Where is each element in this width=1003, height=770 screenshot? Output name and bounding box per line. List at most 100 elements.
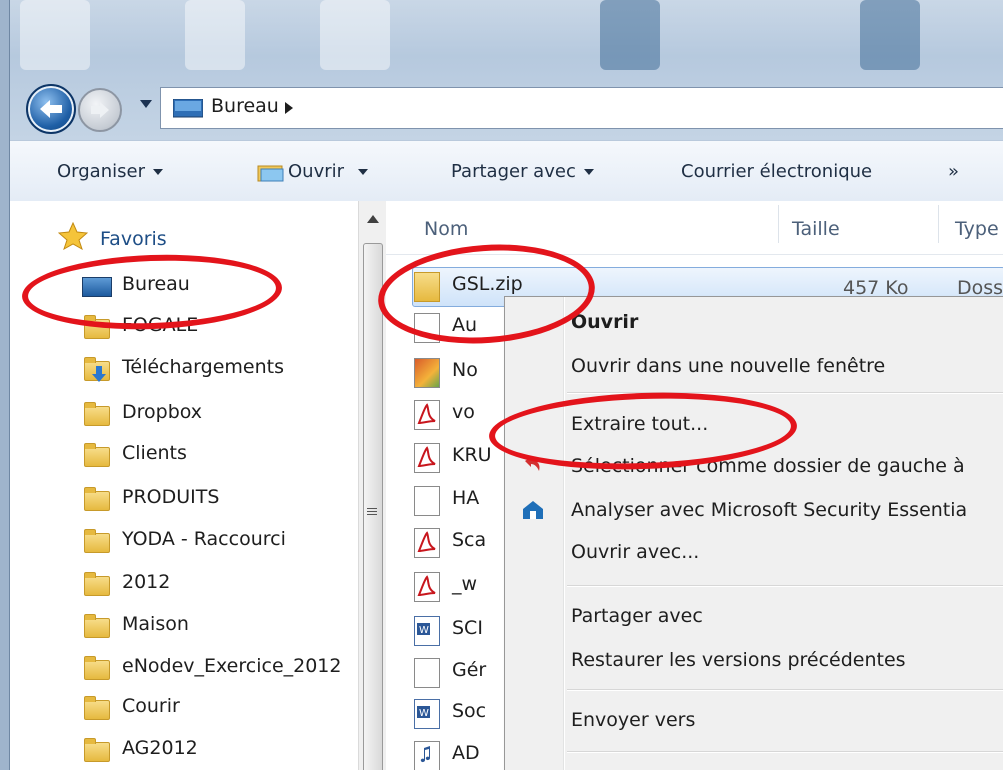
nav-item-ag2012[interactable]: AG2012 bbox=[82, 732, 360, 768]
open-label: Ouvrir bbox=[288, 161, 345, 182]
menu-item-label: Restaurer les versions précédentes bbox=[571, 649, 906, 671]
chevron-down-icon bbox=[583, 169, 594, 175]
menu-item-label: Ouvrir avec... bbox=[571, 541, 700, 563]
arrow-right-icon bbox=[91, 102, 109, 118]
nav-item-label: YODA - Raccourci bbox=[122, 528, 286, 550]
window-border bbox=[0, 0, 10, 770]
menu-separator bbox=[567, 751, 1003, 753]
desktop-icon bbox=[173, 99, 203, 118]
nav-item-label: 2012 bbox=[122, 571, 171, 593]
nav-item-dropbox[interactable]: Dropbox bbox=[82, 396, 360, 432]
favorites-header[interactable]: Favoris bbox=[100, 228, 167, 248]
menu-item-restore-previous-versions[interactable]: Restaurer les versions précédentes bbox=[505, 641, 1003, 681]
nav-item-label: Dropbox bbox=[122, 401, 203, 423]
audio-icon bbox=[414, 741, 440, 770]
file-name: KRU bbox=[452, 444, 492, 466]
menu-item-open-with[interactable]: Ouvrir avec... bbox=[505, 533, 1003, 573]
breadcrumb-chevron-icon[interactable] bbox=[285, 102, 293, 114]
file-name: Gér bbox=[452, 659, 487, 681]
document-icon bbox=[414, 313, 440, 343]
back-button[interactable] bbox=[26, 84, 76, 134]
document-icon bbox=[414, 486, 440, 516]
breadcrumb-bureau[interactable]: Bureau bbox=[211, 95, 279, 117]
column-header-name[interactable]: Nom bbox=[424, 218, 468, 240]
nav-item-label: Maison bbox=[122, 613, 189, 635]
nav-item-label: Téléchargements bbox=[122, 356, 284, 378]
nav-item-courir[interactable]: Courir bbox=[82, 690, 360, 726]
nav-item-maison[interactable]: Maison bbox=[82, 608, 360, 644]
menu-item-send-to[interactable]: Envoyer vers bbox=[505, 701, 1003, 741]
arrow-left-icon bbox=[40, 100, 62, 118]
file-name: GSL.zip bbox=[452, 273, 523, 295]
nav-item-label: PRODUITS bbox=[122, 486, 220, 508]
organise-button[interactable]: Organiser bbox=[57, 161, 163, 182]
folder-icon bbox=[82, 614, 110, 638]
word-icon: W bbox=[414, 699, 440, 729]
menu-item-open-new-window[interactable]: Ouvrir dans une nouvelle fenêtre bbox=[505, 347, 1003, 387]
chevron-down-icon bbox=[152, 169, 163, 175]
security-essentials-icon bbox=[523, 501, 543, 519]
background-blur bbox=[20, 0, 90, 70]
explorer-window: Bureau Organiser Ouvrir Partager avec Co… bbox=[0, 0, 1003, 770]
grip-icon bbox=[367, 508, 377, 515]
svg-text:W: W bbox=[419, 708, 429, 719]
file-name: Soc bbox=[452, 700, 487, 722]
header-divider bbox=[386, 254, 1003, 255]
recent-pages-dropdown[interactable] bbox=[140, 100, 152, 108]
folder-icon bbox=[82, 402, 110, 426]
pdf-icon bbox=[414, 528, 440, 558]
undo-arrow-icon bbox=[525, 457, 540, 471]
folder-icon bbox=[82, 443, 110, 467]
nav-item-label: Clients bbox=[122, 442, 187, 464]
menu-item-select-left-folder[interactable]: Sélectionner comme dossier de gauche à bbox=[505, 447, 1003, 487]
context-menu: Ouvrir Ouvrir dans une nouvelle fenêtre … bbox=[504, 296, 1003, 770]
nav-item-label: AG2012 bbox=[122, 737, 198, 759]
file-name: No bbox=[452, 359, 478, 381]
file-name: Sca bbox=[452, 529, 487, 551]
column-header-size[interactable]: Taille bbox=[792, 218, 840, 240]
nav-item-bureau[interactable]: Bureau bbox=[82, 268, 360, 304]
forward-button[interactable] bbox=[78, 88, 122, 132]
nav-item-yoda-shortcut[interactable]: YODA - Raccourci bbox=[82, 523, 360, 559]
folder-icon bbox=[82, 738, 110, 762]
folder-icon bbox=[82, 529, 110, 553]
background-blur bbox=[185, 0, 245, 70]
pdf-icon bbox=[414, 443, 440, 473]
column-divider[interactable] bbox=[938, 205, 939, 243]
nav-item-fogale[interactable]: FOGALE bbox=[82, 309, 360, 345]
pdf-icon bbox=[414, 572, 440, 602]
menu-item-label: Ouvrir dans une nouvelle fenêtre bbox=[571, 355, 886, 377]
folder-icon bbox=[82, 572, 110, 596]
star-icon bbox=[58, 222, 88, 250]
desktop-icon bbox=[82, 275, 112, 297]
organise-label: Organiser bbox=[57, 161, 145, 182]
menu-item-open[interactable]: Ouvrir bbox=[505, 303, 1003, 343]
pdf-icon bbox=[414, 400, 440, 430]
menu-item-share-with[interactable]: Partager avec bbox=[505, 597, 1003, 637]
address-bar[interactable]: Bureau bbox=[160, 87, 1003, 129]
svg-text:W: W bbox=[419, 625, 429, 636]
menu-item-scan-security-essentials[interactable]: Analyser avec Microsoft Security Essenti… bbox=[505, 491, 1003, 531]
nav-item-2012[interactable]: 2012 bbox=[82, 566, 360, 602]
more-commands-button[interactable]: » bbox=[948, 161, 959, 182]
nav-item-telechargements[interactable]: Téléchargements bbox=[82, 351, 360, 387]
menu-separator bbox=[567, 585, 1003, 587]
share-button[interactable]: Partager avec bbox=[451, 161, 594, 182]
column-divider[interactable] bbox=[778, 205, 779, 243]
nav-pane-scrollbar[interactable] bbox=[358, 201, 387, 770]
scroll-up-icon[interactable] bbox=[367, 215, 379, 223]
menu-item-label: Extraire tout... bbox=[571, 413, 709, 435]
column-header-type[interactable]: Type bbox=[955, 218, 999, 240]
open-button[interactable]: Ouvrir bbox=[288, 161, 369, 182]
email-button[interactable]: Courrier électronique bbox=[681, 161, 872, 182]
nav-item-clients[interactable]: Clients bbox=[82, 437, 360, 473]
share-label: Partager avec bbox=[451, 161, 576, 182]
menu-item-extract-all[interactable]: Extraire tout... bbox=[505, 405, 1003, 445]
menu-item-label: Analyser avec Microsoft Security Essenti… bbox=[571, 499, 968, 521]
nav-item-produits[interactable]: PRODUITS bbox=[82, 481, 360, 517]
nav-item-enodev[interactable]: eNodev_Exercice_2012 bbox=[82, 650, 352, 686]
background-blur bbox=[860, 0, 920, 70]
menu-item-label: Partager avec bbox=[571, 605, 703, 627]
downloads-folder-icon bbox=[82, 357, 110, 382]
nav-item-label: Courir bbox=[122, 695, 180, 717]
